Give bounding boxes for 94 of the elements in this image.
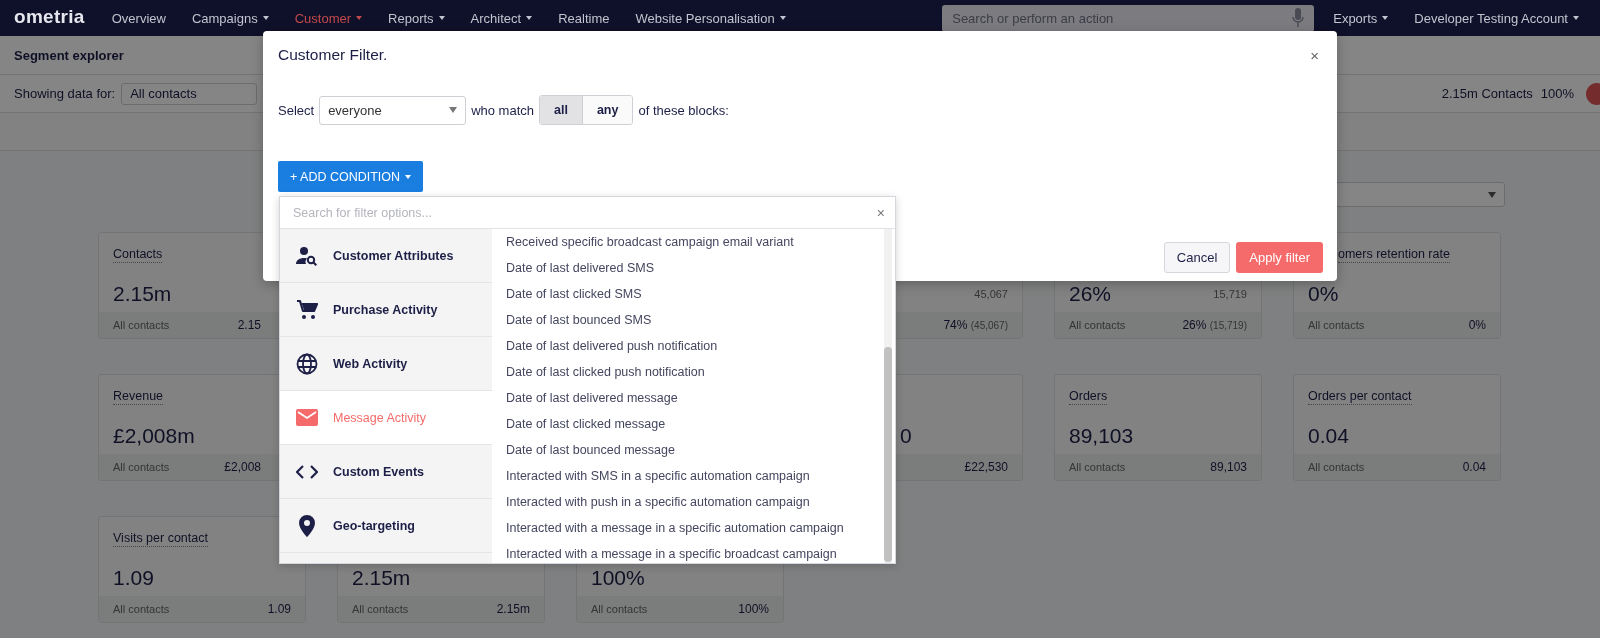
filter-option[interactable]: Date of last bounced message bbox=[506, 437, 884, 463]
filter-option[interactable]: Date of last clicked push notification bbox=[506, 359, 884, 385]
footer-value: 89,103 bbox=[1210, 460, 1247, 474]
filter-option[interactable]: Interacted with a message in a specific broadcast campaign bbox=[506, 541, 884, 563]
metric-value: 0% bbox=[1308, 282, 1339, 305]
footer-value: 100% bbox=[738, 602, 769, 616]
filter-option[interactable]: Interacted with push in a specific automation campaign bbox=[506, 489, 884, 515]
scrollbar[interactable] bbox=[884, 229, 892, 563]
metric-value: 2.15m bbox=[113, 282, 172, 305]
metric-title: Revenue bbox=[113, 388, 164, 405]
segment-select[interactable]: All contacts bbox=[121, 82, 258, 105]
filter-label: Showing data for: bbox=[14, 86, 116, 101]
close-button[interactable]: × bbox=[1306, 46, 1323, 64]
footer-value: £2,008 bbox=[224, 460, 261, 474]
globe-icon bbox=[296, 352, 318, 375]
metric-value: 26% bbox=[1069, 282, 1112, 305]
nav-item[interactable]: Website Personalisation bbox=[622, 10, 799, 26]
cancel-button[interactable]: Cancel bbox=[1163, 242, 1231, 273]
microphone-icon[interactable] bbox=[1292, 7, 1305, 28]
match-option[interactable]: all bbox=[540, 96, 582, 124]
page-title: Segment explorer bbox=[14, 47, 124, 63]
footer-label: All contacts bbox=[1069, 319, 1126, 331]
metric-value: £2,008m bbox=[113, 424, 195, 447]
logo[interactable]: ometria bbox=[14, 6, 85, 30]
envelope-icon bbox=[296, 409, 318, 426]
filter-option[interactable]: Date of last clicked message bbox=[506, 411, 884, 437]
blocks-label: of these blocks: bbox=[638, 102, 729, 118]
footer-value: 2.15m bbox=[496, 602, 530, 616]
match-option[interactable]: any bbox=[581, 96, 633, 124]
nav-item[interactable]: Realtime bbox=[545, 10, 623, 26]
caret-icon bbox=[449, 107, 458, 113]
filter-option[interactable]: Date of last bounced SMS bbox=[506, 307, 884, 333]
metric-count: 15,719 bbox=[1213, 287, 1247, 300]
metric-value: 100% bbox=[591, 566, 645, 589]
contacts-percent: 100% bbox=[1540, 86, 1574, 101]
nav-item[interactable]: Customer bbox=[281, 10, 376, 26]
code-icon bbox=[296, 463, 318, 480]
filter-option[interactable]: Date of last clicked SMS bbox=[506, 281, 884, 307]
nav-item[interactable]: Reports bbox=[375, 10, 458, 26]
footer-label: All contacts bbox=[113, 603, 170, 615]
footer-value: £22,530 bbox=[964, 460, 1008, 474]
caret-icon bbox=[1488, 191, 1496, 198]
select-label: Select bbox=[278, 102, 315, 118]
search-field[interactable]: Search or perform an action bbox=[942, 4, 1315, 32]
footer-value: 26% (15,719) bbox=[1182, 318, 1247, 332]
nav-item[interactable]: Overview bbox=[98, 10, 179, 26]
nav-item[interactable]: Exports bbox=[1320, 10, 1402, 26]
close-button[interactable]: × bbox=[874, 204, 887, 221]
footer-label: All contacts bbox=[591, 603, 648, 615]
footer-label: All contacts bbox=[113, 319, 170, 331]
filter-option[interactable]: Date of last delivered SMS bbox=[506, 255, 884, 281]
match-label: who match bbox=[471, 102, 534, 118]
footer-label: All contacts bbox=[1308, 461, 1365, 473]
metric-value: 2.15m bbox=[352, 566, 411, 589]
metric-title: Orders bbox=[1069, 388, 1108, 405]
footer-label: All contacts bbox=[1308, 319, 1365, 331]
metric-title: Orders per contact bbox=[1308, 388, 1412, 405]
nav-item[interactable]: Architect bbox=[457, 10, 546, 26]
add-condition-button[interactable]: + ADD CONDITION bbox=[278, 161, 424, 192]
audience-select[interactable]: everyone bbox=[319, 95, 467, 125]
metric-title: Visits per contact bbox=[113, 530, 208, 547]
contacts-count: 2.15m Contacts bbox=[1441, 86, 1533, 101]
footer-value: 0% bbox=[1468, 318, 1486, 332]
filter-select[interactable] bbox=[1335, 182, 1505, 207]
metric-value: 0 bbox=[900, 424, 912, 447]
map-pin-icon bbox=[299, 514, 315, 537]
footer-value: 2.15 bbox=[237, 318, 261, 332]
category-item[interactable]: Customer Attributes bbox=[280, 229, 492, 283]
metric-title: Contacts bbox=[113, 246, 163, 263]
footer-label: All contacts bbox=[113, 461, 170, 473]
footer-value: 74% (45,067) bbox=[943, 318, 1008, 332]
footer-value: 1.09 bbox=[267, 602, 291, 616]
metric-count: 45,067 bbox=[974, 287, 1008, 300]
metric-value: 89,103 bbox=[1069, 424, 1134, 447]
filter-option[interactable]: Date of last delivered message bbox=[506, 385, 884, 411]
category-item[interactable]: Custom Events bbox=[280, 445, 492, 499]
filter-option[interactable]: Interacted with SMS in a specific automation campaign bbox=[506, 463, 884, 489]
footer-value: 0.04 bbox=[1462, 460, 1486, 474]
person-search-icon bbox=[296, 245, 318, 266]
nav-item[interactable]: Developer Testing Account bbox=[1401, 10, 1592, 26]
filter-option[interactable]: Received specific broadcast campaign email variant bbox=[506, 229, 884, 255]
category-item[interactable]: Geo-targeting bbox=[280, 499, 492, 553]
category-item[interactable]: Purchase Activity bbox=[280, 283, 492, 337]
caret-icon bbox=[405, 174, 412, 179]
dialog-title: Customer Filter. bbox=[278, 46, 388, 64]
nav-item[interactable]: Campaigns bbox=[178, 10, 282, 26]
filter-option[interactable]: Interacted with a message in a specific automation campaign bbox=[506, 515, 884, 541]
cart-icon bbox=[296, 299, 318, 320]
metric-title: omers retention rate bbox=[1338, 246, 1450, 263]
metric-value: 1.09 bbox=[113, 566, 154, 589]
footer-label: All contacts bbox=[1069, 461, 1126, 473]
metric-value: 0.04 bbox=[1308, 424, 1349, 447]
footer-label: All contacts bbox=[352, 603, 409, 615]
filter-option[interactable]: Date of last delivered push notification bbox=[506, 333, 884, 359]
